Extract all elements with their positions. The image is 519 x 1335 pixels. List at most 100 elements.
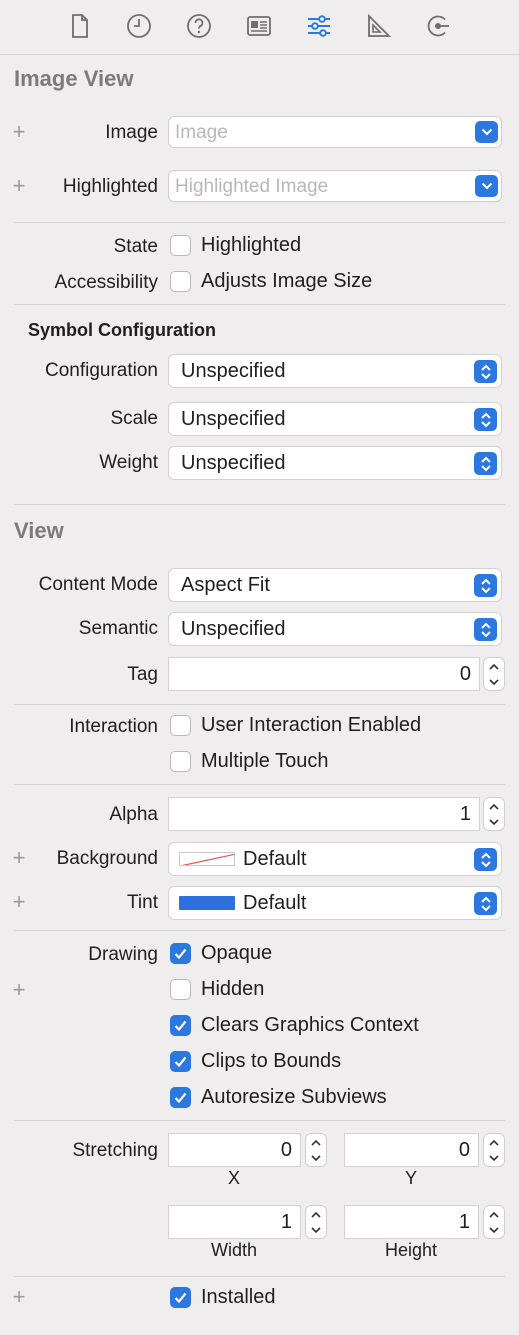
alpha-field[interactable]: 1	[168, 797, 480, 831]
alpha-stepper[interactable]	[483, 797, 505, 831]
user-interaction-enabled-checkbox[interactable]	[170, 715, 191, 736]
installed-checkbox[interactable]	[170, 1287, 191, 1308]
help-inspector-tab[interactable]	[181, 8, 217, 44]
scale-popup[interactable]: Unspecified	[168, 402, 502, 436]
chevron-down-icon[interactable]	[484, 1150, 504, 1166]
chevron-up-icon[interactable]	[484, 798, 504, 814]
stretching-y-field[interactable]: 0	[344, 1133, 479, 1167]
tag-label: Tag	[127, 664, 158, 685]
tag-stepper[interactable]	[483, 657, 505, 691]
add-variation-installed-button[interactable]: +	[10, 1284, 28, 1310]
stretching-y-value: 0	[458, 1139, 470, 1161]
help-icon	[187, 14, 211, 38]
weight-value: Unspecified	[181, 452, 286, 474]
stretching-x-value: 0	[280, 1139, 292, 1161]
clears-graphics-context-label: Clears Graphics Context	[201, 1014, 419, 1036]
stretching-width-field[interactable]: 1	[168, 1205, 301, 1239]
stretching-y-stepper[interactable]	[483, 1133, 505, 1167]
stretching-height-field[interactable]: 1	[344, 1205, 479, 1239]
stretching-x-field[interactable]: 0	[168, 1133, 301, 1167]
configuration-popup-button[interactable]	[474, 360, 497, 383]
image-combo-box[interactable]: Image	[168, 116, 502, 148]
background-color-popup[interactable]: Default	[168, 842, 502, 876]
history-inspector-tab[interactable]	[121, 8, 157, 44]
stretching-height-stepper[interactable]	[483, 1205, 505, 1239]
file-icon	[72, 14, 88, 38]
image-combo-button[interactable]	[475, 121, 498, 143]
add-variation-background-button[interactable]: +	[10, 845, 28, 871]
autoresize-subviews-checkbox[interactable]	[170, 1087, 191, 1108]
background-value: Default	[243, 848, 307, 870]
connections-inspector-tab[interactable]	[420, 8, 456, 44]
stretching-label: Stretching	[72, 1140, 158, 1161]
stretching-x-label: X	[227, 1168, 240, 1188]
scale-popup-button[interactable]	[474, 408, 497, 431]
clears-graphics-context-checkbox[interactable]	[170, 1015, 191, 1036]
add-variation-image-button[interactable]: +	[10, 119, 28, 145]
semantic-popup-button[interactable]	[474, 618, 497, 641]
hidden-checkbox[interactable]	[170, 979, 191, 1000]
tint-color-popup[interactable]: Default	[168, 886, 502, 920]
multiple-touch-checkbox[interactable]	[170, 751, 191, 772]
chevron-down-icon	[481, 182, 492, 190]
stretching-height-label: Height	[384, 1240, 438, 1260]
highlighted-checkbox[interactable]	[170, 235, 191, 256]
clips-to-bounds-checkbox[interactable]	[170, 1051, 191, 1072]
up-down-chevron-icon	[480, 364, 491, 379]
image-placeholder: Image	[175, 122, 228, 143]
highlighted-combo-button[interactable]	[475, 175, 498, 197]
configuration-popup[interactable]: Unspecified	[168, 354, 502, 388]
autoresize-subviews-label: Autoresize Subviews	[201, 1086, 387, 1108]
file-inspector-tab[interactable]	[62, 8, 98, 44]
attributes-inspector-tab[interactable]	[301, 8, 337, 44]
multiple-touch-label: Multiple Touch	[201, 750, 329, 772]
state-label: State	[113, 236, 158, 257]
tint-popup-button[interactable]	[474, 892, 497, 915]
chevron-up-icon[interactable]	[484, 1134, 504, 1150]
semantic-popup[interactable]: Unspecified	[168, 612, 502, 646]
chevron-down-icon[interactable]	[306, 1150, 326, 1166]
add-variation-highlighted-button[interactable]: +	[10, 173, 28, 199]
highlighted-image-combo-box[interactable]: Highlighted Image	[168, 170, 502, 202]
content-mode-value: Aspect Fit	[181, 574, 270, 596]
chevron-up-icon[interactable]	[306, 1134, 326, 1150]
chevron-up-icon[interactable]	[484, 658, 504, 674]
size-inspector-tab[interactable]	[360, 8, 396, 44]
chevron-up-icon[interactable]	[306, 1206, 326, 1222]
chevron-down-icon[interactable]	[484, 814, 504, 830]
divider	[14, 784, 505, 785]
content-mode-label: Content Mode	[38, 574, 158, 595]
stretching-x-stepper[interactable]	[305, 1133, 327, 1167]
installed-label: Installed	[201, 1286, 276, 1308]
add-variation-tint-button[interactable]: +	[10, 889, 28, 915]
opaque-checkbox[interactable]	[170, 943, 191, 964]
up-down-chevron-icon	[480, 852, 491, 867]
identity-inspector-tab[interactable]	[241, 8, 277, 44]
weight-label: Weight	[99, 452, 158, 473]
stretching-width-stepper[interactable]	[305, 1205, 327, 1239]
background-label: Background	[56, 848, 158, 869]
content-mode-popup[interactable]: Aspect Fit	[168, 568, 502, 602]
content-mode-popup-button[interactable]	[474, 574, 497, 597]
chevron-down-icon[interactable]	[484, 674, 504, 690]
adjusts-image-size-checkbox[interactable]	[170, 271, 191, 292]
weight-popup[interactable]: Unspecified	[168, 446, 502, 480]
background-popup-button[interactable]	[474, 848, 497, 871]
identity-card-icon	[247, 16, 271, 36]
add-variation-hidden-button[interactable]: +	[10, 977, 28, 1003]
up-down-chevron-icon	[480, 412, 491, 427]
up-down-chevron-icon	[480, 896, 491, 911]
divider	[14, 222, 505, 223]
checkmark-icon	[174, 1056, 187, 1067]
chevron-up-icon[interactable]	[484, 1206, 504, 1222]
drawing-label: Drawing	[88, 944, 158, 965]
chevron-down-icon[interactable]	[484, 1222, 504, 1238]
tag-field[interactable]: 0	[168, 657, 480, 691]
tint-color-swatch	[179, 896, 235, 910]
weight-popup-button[interactable]	[474, 452, 497, 475]
clips-to-bounds-label: Clips to Bounds	[201, 1050, 342, 1072]
chevron-down-icon	[481, 128, 492, 136]
stretching-width-value: 1	[280, 1211, 292, 1233]
chevron-down-icon[interactable]	[306, 1222, 326, 1238]
user-interaction-enabled-label: User Interaction Enabled	[201, 714, 422, 736]
